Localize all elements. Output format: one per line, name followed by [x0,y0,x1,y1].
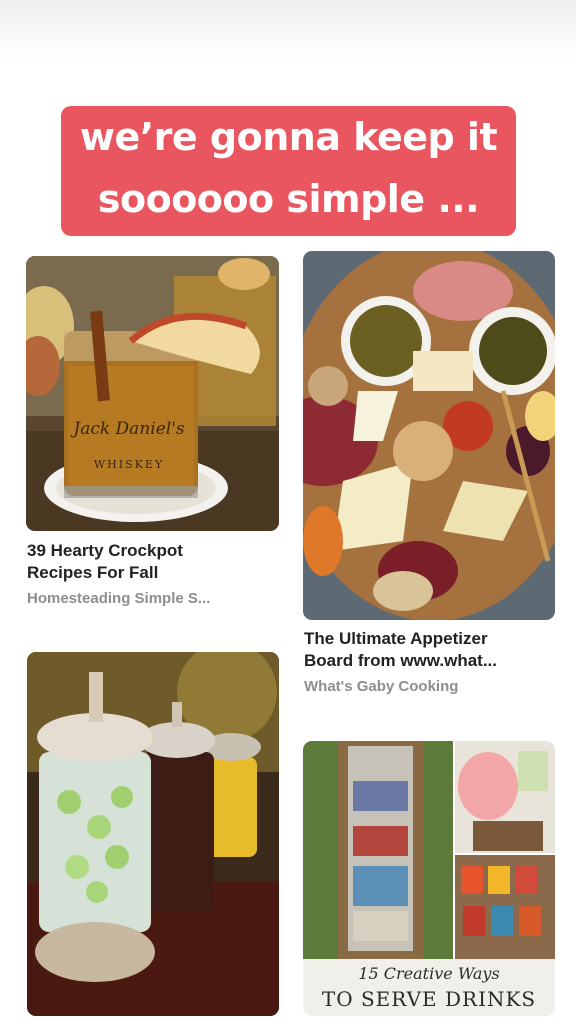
story-caption: we’re gonna keep it soooooo simple ... [61,106,516,236]
pin-title-line: 39 Hearty Crockpot [27,541,183,560]
pin-source-crockpot[interactable]: Homesteading Simple S... [27,590,277,607]
pin-title-line: Recipes For Fall [27,563,159,582]
pin-title-line: The Ultimate Appetizer [304,629,488,648]
pin-image-appetizer-board[interactable] [303,251,555,620]
pin-image-drink-dispensers[interactable] [27,652,279,1016]
pin-image-crockpot-cider[interactable]: Jack Daniel's WHISKEY [26,256,279,531]
pin-title-crockpot[interactable]: 39 Hearty Crockpot Recipes For Fall [27,540,277,584]
pin-title-appetizer[interactable]: The Ultimate Appetizer Board from www.wh… [304,628,554,672]
banner-script-text: 15 Creative Ways [358,964,499,983]
caption-line-2: soooooo simple ... [97,177,480,221]
pin-image-serve-drinks[interactable]: 15 Creative Ways TO SERVE DRINKS [303,741,555,1016]
pin-source-appetizer[interactable]: What's Gaby Cooking [304,678,554,695]
banner-title-text: TO SERVE DRINKS [322,987,536,1011]
caption-line-1: we’re gonna keep it [79,115,498,159]
glass-label-text: WHISKEY [94,458,164,471]
glass-brand-text: Jack Daniel's [70,419,184,439]
status-bar-background [0,0,576,60]
pin-title-line: Board from www.what... [304,651,497,670]
